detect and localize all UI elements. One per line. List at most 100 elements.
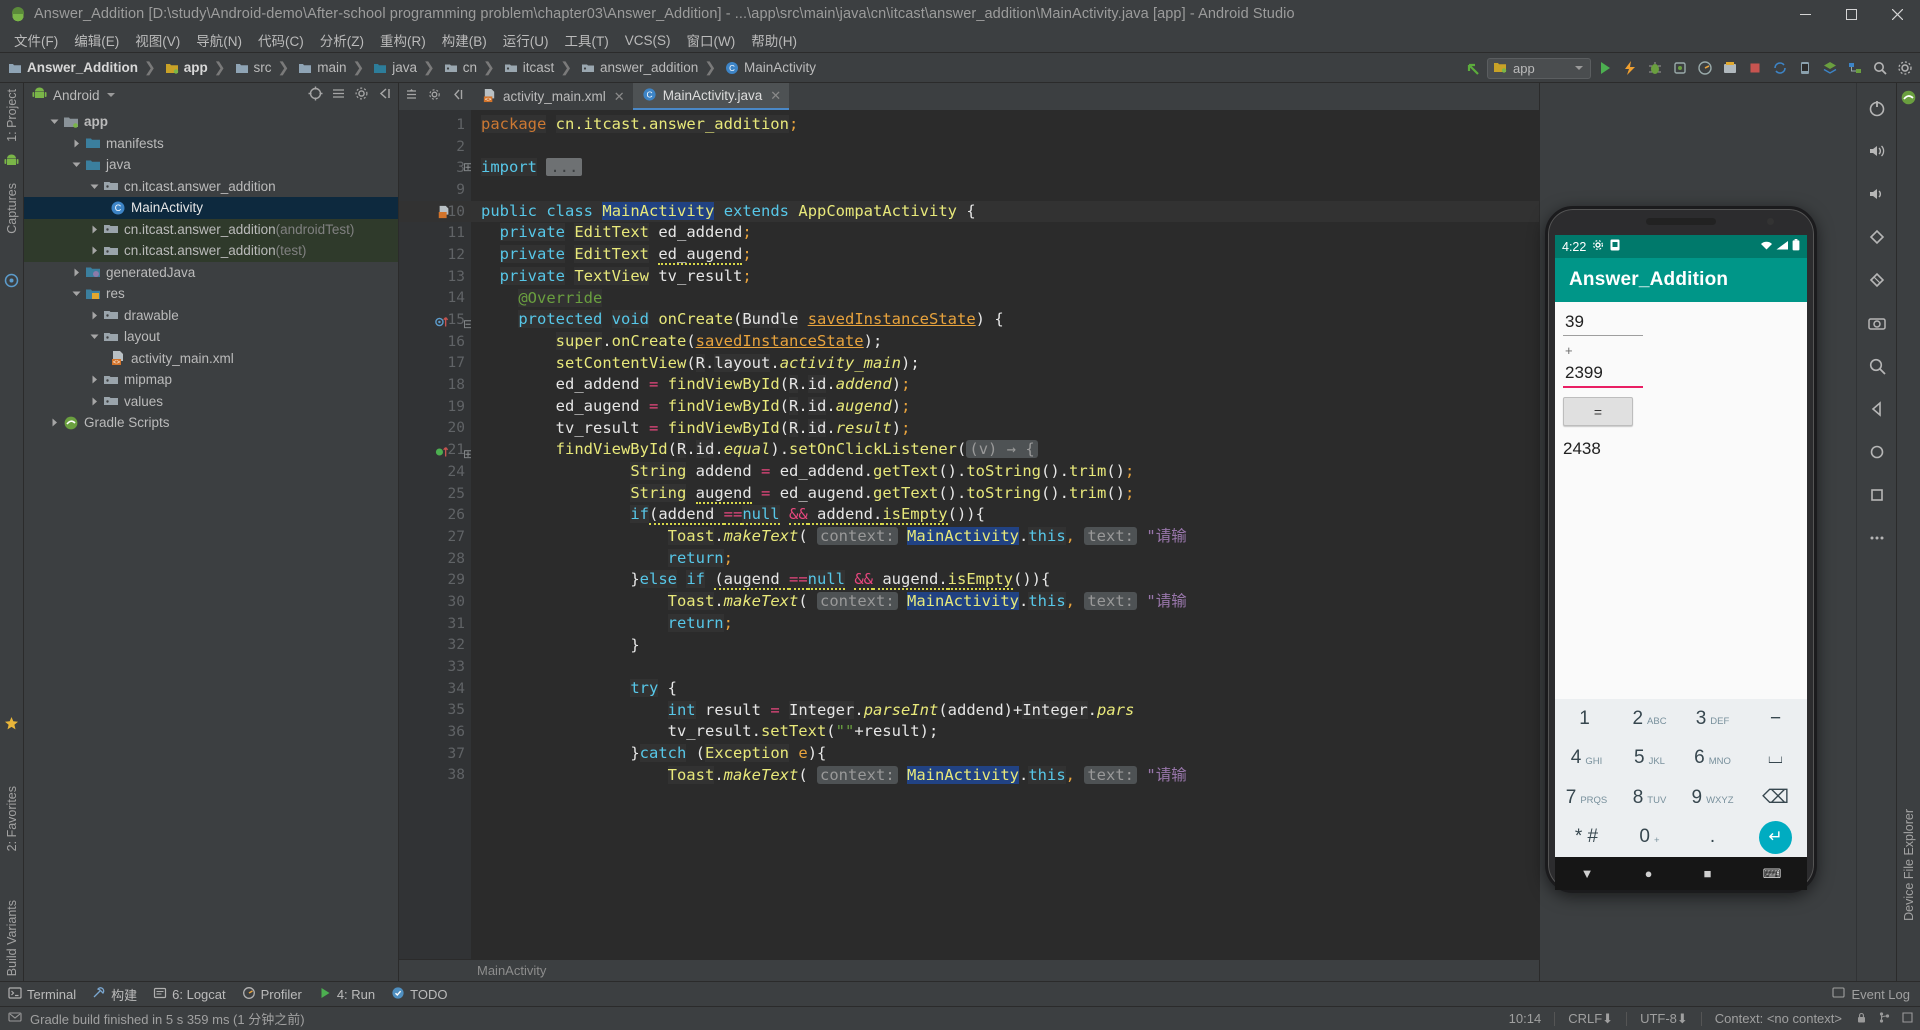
equal-button[interactable]: = — [1563, 397, 1633, 426]
breadcrumb-src[interactable]: src ❯ — [233, 59, 297, 76]
volume-up-icon[interactable] — [1864, 138, 1890, 164]
chevron-right-icon[interactable] — [88, 223, 100, 235]
more-icon[interactable] — [1864, 525, 1890, 551]
event-log-button[interactable]: Event Log — [1832, 986, 1910, 1002]
project-view-selector[interactable]: Android — [53, 88, 100, 103]
class-gutter-icon[interactable] — [437, 205, 451, 224]
tree-item-package-main[interactable]: cn.itcast.answer_addition — [24, 176, 398, 198]
tool-build[interactable]: 构建 — [92, 985, 137, 1004]
overview-nav-icon[interactable] — [1864, 482, 1890, 508]
tool-logcat[interactable]: 6: Logcat — [153, 986, 226, 1003]
tree-item-mipmap[interactable]: mipmap — [24, 369, 398, 391]
key-2[interactable]: 2 ABC — [1618, 699, 1681, 739]
tree-item-mainactivity[interactable]: C MainActivity — [24, 197, 398, 219]
menu-edit[interactable]: 编辑(E) — [66, 28, 127, 52]
gear-icon[interactable] — [354, 86, 369, 106]
branch-icon[interactable] — [1878, 1011, 1891, 1027]
breadcrumb-java[interactable]: java ❯ — [371, 59, 442, 76]
chevron-down-icon[interactable] — [48, 116, 60, 128]
menu-tools[interactable]: 工具(T) — [557, 28, 617, 52]
key-7[interactable]: 7 PRQS — [1555, 778, 1618, 818]
rail-build-variants-label[interactable]: Build Variants — [5, 900, 19, 976]
chevron-right-icon[interactable] — [70, 137, 82, 149]
back-nav-icon[interactable] — [1864, 396, 1890, 422]
menu-navigate[interactable]: 导航(N) — [188, 28, 250, 52]
tree-item-res[interactable]: res — [24, 283, 398, 305]
rail-captures-label[interactable]: Captures — [5, 183, 19, 234]
chevron-down-icon[interactable] — [106, 87, 116, 105]
apply-changes-icon[interactable] — [1619, 57, 1641, 79]
override-gutter-icon[interactable] — [435, 314, 451, 335]
keyboard-nav-icon[interactable]: ⌨ — [1763, 866, 1782, 882]
editor-breadcrumb-class[interactable]: MainActivity — [477, 963, 546, 978]
attach-debugger-icon[interactable] — [1669, 57, 1691, 79]
chevron-right-icon[interactable] — [88, 374, 100, 386]
key-1[interactable]: 1 — [1555, 699, 1618, 739]
profiler-icon[interactable] — [1694, 57, 1716, 79]
tree-item-manifests[interactable]: manifests — [24, 133, 398, 155]
menu-vcs[interactable]: VCS(S) — [617, 31, 679, 50]
rotate-right-icon[interactable] — [1864, 267, 1890, 293]
rotate-left-icon[interactable] — [1864, 224, 1890, 250]
lambda-gutter-icon[interactable] — [435, 444, 451, 465]
tree-item-drawable[interactable]: drawable — [24, 305, 398, 327]
augend-value[interactable]: 2399 — [1563, 361, 1799, 386]
tool-run[interactable]: 4: Run — [318, 986, 375, 1003]
debug-icon[interactable] — [1644, 57, 1666, 79]
menu-file[interactable]: 文件(F) — [6, 28, 66, 52]
key-5[interactable]: 5 JKL — [1618, 739, 1681, 779]
key-3[interactable]: 3 DEF — [1681, 699, 1744, 739]
back-nav-icon[interactable]: ▼ — [1581, 866, 1594, 881]
encoding[interactable]: UTF-8⬇ — [1640, 1011, 1688, 1027]
key-8[interactable]: 8 TUV — [1618, 778, 1681, 818]
camera-icon[interactable] — [1864, 310, 1890, 336]
caret-position[interactable]: 10:14 — [1509, 1011, 1542, 1026]
numeric-keypad[interactable]: 1 2 ABC 3 DEF − 4 GHI 5 JKL 6 MNO ⌴ 7 PRQS 8 TU… — [1555, 699, 1807, 857]
augend-field-row[interactable]: 2399 — [1563, 361, 1799, 388]
menu-code[interactable]: 代码(C) — [250, 28, 312, 52]
key-minus[interactable]: − — [1744, 699, 1807, 739]
zoom-icon[interactable] — [1864, 353, 1890, 379]
gear-icon[interactable] — [428, 88, 441, 106]
breadcrumb-cn[interactable]: cn ❯ — [442, 59, 502, 76]
close-button[interactable] — [1874, 0, 1920, 28]
run-configuration-selector[interactable]: app — [1487, 57, 1591, 79]
breadcrumb-itcast[interactable]: itcast ❯ — [502, 59, 579, 76]
settings-gear-icon[interactable] — [1894, 57, 1916, 79]
maximize-button[interactable] — [1828, 0, 1874, 28]
minimize-button[interactable] — [1782, 0, 1828, 28]
volume-down-icon[interactable] — [1864, 181, 1890, 207]
layout-inspector-icon[interactable] — [1819, 57, 1841, 79]
breadcrumb-app[interactable]: app ❯ — [163, 59, 233, 76]
menu-window[interactable]: 窗口(W) — [679, 28, 744, 52]
hide-status-icon[interactable] — [1901, 1011, 1914, 1027]
key-star-hash[interactable]: * # — [1555, 818, 1618, 858]
close-icon[interactable]: ✕ — [770, 88, 781, 104]
key-0[interactable]: 0 + — [1618, 818, 1681, 858]
tree-item-package-androidtest[interactable]: cn.itcast.answer_addition (androidTest) — [24, 218, 398, 240]
sdk-manager-icon[interactable] — [1719, 57, 1741, 79]
project-structure-icon[interactable] — [1844, 57, 1866, 79]
chevron-down-icon[interactable] — [88, 331, 100, 343]
collapse-all-icon[interactable] — [331, 86, 346, 106]
close-icon[interactable]: ✕ — [614, 89, 625, 105]
android-nav-bar[interactable]: ▼ ● ■ ⌨ — [1555, 857, 1807, 890]
menu-analyze[interactable]: 分析(Z) — [312, 28, 372, 52]
tool-profiler[interactable]: Profiler — [242, 986, 302, 1003]
tree-item-layout[interactable]: layout — [24, 326, 398, 348]
menu-help[interactable]: 帮助(H) — [743, 28, 805, 52]
key-dot[interactable]: . — [1681, 818, 1744, 858]
avd-manager-icon[interactable] — [1794, 57, 1816, 79]
key-9[interactable]: 9 WXYZ — [1681, 778, 1744, 818]
tree-item-app[interactable]: app — [24, 111, 398, 133]
back-arrow-icon[interactable] — [1462, 57, 1484, 79]
key-enter[interactable]: ↵ — [1744, 818, 1807, 858]
chevron-right-icon[interactable] — [88, 245, 100, 257]
overview-nav-icon[interactable]: ■ — [1704, 866, 1712, 881]
breadcrumb-package[interactable]: answer_addition ❯ — [579, 59, 723, 76]
gradle-icon[interactable] — [1900, 89, 1917, 111]
key-4[interactable]: 4 GHI — [1555, 739, 1618, 779]
chevron-down-icon[interactable] — [70, 159, 82, 171]
key-6[interactable]: 6 MNO — [1681, 739, 1744, 779]
tool-terminal[interactable]: Terminal — [8, 986, 76, 1003]
